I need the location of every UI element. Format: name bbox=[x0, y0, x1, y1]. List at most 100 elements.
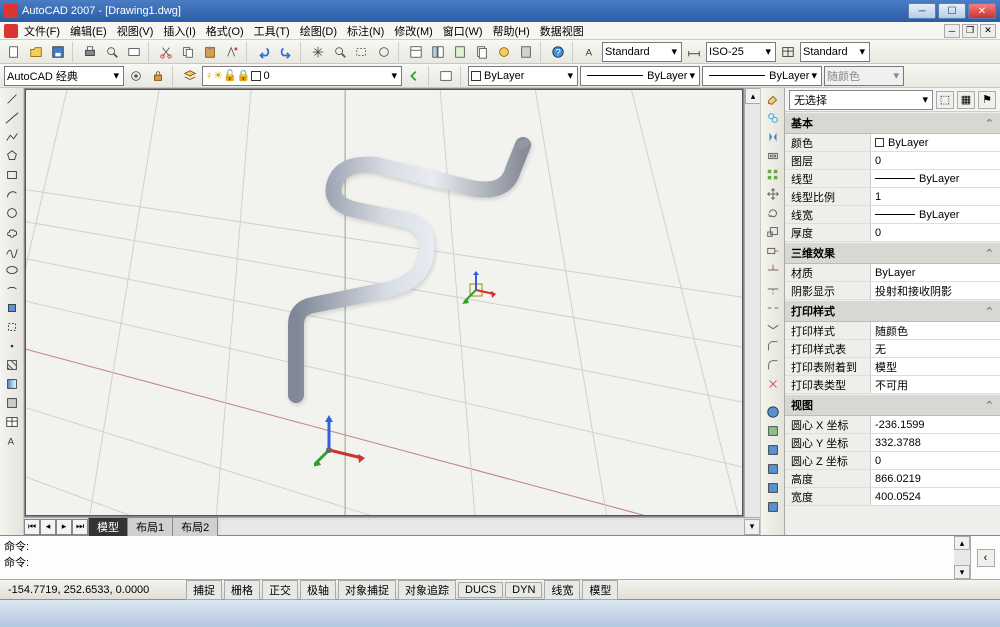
text-style-combo[interactable]: Standard▾ bbox=[602, 42, 682, 62]
fillet-icon[interactable] bbox=[763, 356, 783, 374]
calc-icon[interactable] bbox=[516, 42, 536, 62]
arc-icon[interactable] bbox=[2, 185, 22, 203]
region-icon[interactable] bbox=[2, 394, 22, 412]
sheetset-icon[interactable] bbox=[472, 42, 492, 62]
offset-icon[interactable] bbox=[763, 147, 783, 165]
workspace-combo[interactable]: AutoCAD 经典▾ bbox=[4, 66, 124, 86]
lineweight-combo[interactable]: ByLayer▾ bbox=[702, 66, 822, 86]
revcloud-icon[interactable] bbox=[2, 223, 22, 241]
cmd-scroll-up-icon[interactable]: ▴ bbox=[954, 536, 970, 550]
linetype-combo[interactable]: ByLayer▾ bbox=[580, 66, 700, 86]
prop-value[interactable]: ByLayer bbox=[871, 206, 1000, 223]
selection-combo[interactable]: 无选择▾ bbox=[789, 90, 933, 110]
prop-row[interactable]: 高度866.0219 bbox=[785, 470, 1000, 488]
copy-obj-icon[interactable] bbox=[763, 109, 783, 127]
prop-section[interactable]: 打印样式⌃ bbox=[785, 300, 1000, 322]
redo-icon[interactable] bbox=[276, 42, 296, 62]
layer-prev-icon[interactable] bbox=[404, 66, 424, 86]
menu-view[interactable]: 视图(V) bbox=[113, 22, 158, 40]
mdi-close[interactable]: ✕ bbox=[980, 24, 996, 38]
status-lwt[interactable]: 线宽 bbox=[544, 580, 580, 600]
menu-format[interactable]: 格式(O) bbox=[202, 22, 248, 40]
move-gizmo[interactable] bbox=[456, 270, 496, 310]
xline-icon[interactable] bbox=[2, 109, 22, 127]
prop-value[interactable]: 投射和接收阴影 bbox=[871, 282, 1000, 299]
rectangle-icon[interactable] bbox=[2, 166, 22, 184]
publish-icon[interactable] bbox=[124, 42, 144, 62]
prop-value[interactable]: ByLayer bbox=[871, 264, 1000, 281]
tab-layout2[interactable]: 布局2 bbox=[172, 517, 218, 536]
prop-row[interactable]: 线宽ByLayer bbox=[785, 206, 1000, 224]
horizontal-scrollbar[interactable] bbox=[221, 520, 744, 534]
extend-icon[interactable] bbox=[763, 280, 783, 298]
status-otrack[interactable]: 对象追踪 bbox=[398, 580, 456, 600]
ucs-origin-icon[interactable] bbox=[763, 498, 783, 516]
prop-row[interactable]: 厚度0 bbox=[785, 224, 1000, 242]
prop-row[interactable]: 材质ByLayer bbox=[785, 264, 1000, 282]
table-icon[interactable] bbox=[2, 413, 22, 431]
status-osnap[interactable]: 对象捕捉 bbox=[338, 580, 396, 600]
mdi-minimize[interactable]: ─ bbox=[944, 24, 960, 38]
chamfer-icon[interactable] bbox=[763, 337, 783, 355]
dim-style-icon[interactable] bbox=[684, 42, 704, 62]
new-icon[interactable] bbox=[4, 42, 24, 62]
help-icon[interactable]: ? bbox=[548, 42, 568, 62]
ucs-view-icon[interactable] bbox=[763, 479, 783, 497]
dim-style-combo[interactable]: ISO-25▾ bbox=[706, 42, 776, 62]
zoom-prev-icon[interactable] bbox=[374, 42, 394, 62]
minimize-button[interactable]: ─ bbox=[908, 3, 936, 19]
status-ducs[interactable]: DUCS bbox=[458, 582, 503, 598]
tab-next-icon[interactable]: ▸ bbox=[56, 519, 72, 535]
rotate-icon[interactable] bbox=[763, 204, 783, 222]
status-ortho[interactable]: 正交 bbox=[262, 580, 298, 600]
gradient-icon[interactable] bbox=[2, 375, 22, 393]
mirror-icon[interactable] bbox=[763, 128, 783, 146]
table-style-icon[interactable] bbox=[778, 42, 798, 62]
layer-manager-icon[interactable] bbox=[180, 66, 200, 86]
ucs-obj-icon[interactable] bbox=[763, 460, 783, 478]
cmd-scroll-down-icon[interactable]: ▾ bbox=[954, 565, 970, 579]
menu-dimension[interactable]: 标注(N) bbox=[343, 22, 388, 40]
workspace-settings-icon[interactable] bbox=[126, 66, 146, 86]
prop-value[interactable]: 0 bbox=[871, 152, 1000, 169]
match-icon[interactable] bbox=[222, 42, 242, 62]
prop-row[interactable]: 线型比例1 bbox=[785, 188, 1000, 206]
prop-row[interactable]: 打印样式表无 bbox=[785, 340, 1000, 358]
prop-value[interactable]: 无 bbox=[871, 340, 1000, 357]
open-icon[interactable] bbox=[26, 42, 46, 62]
drawing-canvas[interactable] bbox=[25, 89, 743, 516]
prop-value[interactable]: 0 bbox=[871, 452, 1000, 469]
line-icon[interactable] bbox=[2, 90, 22, 108]
menu-tools[interactable]: 工具(T) bbox=[250, 22, 294, 40]
color-combo[interactable]: ByLayer▾ bbox=[468, 66, 578, 86]
menu-insert[interactable]: 插入(I) bbox=[159, 22, 199, 40]
properties-icon[interactable] bbox=[406, 42, 426, 62]
tab-last-icon[interactable]: ⏭ bbox=[72, 519, 88, 535]
ucs-face-icon[interactable] bbox=[763, 441, 783, 459]
scroll-down-icon[interactable]: ▾ bbox=[744, 519, 760, 535]
status-snap[interactable]: 捕捉 bbox=[186, 580, 222, 600]
ucs-prev-icon[interactable] bbox=[763, 422, 783, 440]
prop-row[interactable]: 颜色ByLayer bbox=[785, 134, 1000, 152]
preview-icon[interactable] bbox=[102, 42, 122, 62]
layer-combo[interactable]: ♀☀🔓🔒 0▾ bbox=[202, 66, 402, 86]
vertical-scrollbar[interactable]: ▴ bbox=[744, 88, 760, 517]
plotstyle-combo[interactable]: 随颜色▾ bbox=[824, 66, 904, 86]
table-style-combo[interactable]: Standard▾ bbox=[800, 42, 870, 62]
select-objects-icon[interactable]: ▦ bbox=[957, 91, 975, 109]
designcenter-icon[interactable] bbox=[428, 42, 448, 62]
cut-icon[interactable] bbox=[156, 42, 176, 62]
prop-value[interactable]: ByLayer bbox=[871, 170, 1000, 187]
pline-icon[interactable] bbox=[2, 128, 22, 146]
prop-section[interactable]: 基本⌃ bbox=[785, 112, 1000, 134]
ellipse-arc-icon[interactable] bbox=[2, 280, 22, 298]
tab-layout1[interactable]: 布局1 bbox=[127, 517, 173, 536]
prop-row[interactable]: 圆心 Y 坐标332.3788 bbox=[785, 434, 1000, 452]
erase-icon[interactable] bbox=[763, 90, 783, 108]
text-style-icon[interactable]: A bbox=[580, 42, 600, 62]
workspace-lock-icon[interactable] bbox=[148, 66, 168, 86]
explode-icon[interactable] bbox=[763, 375, 783, 393]
circle-icon[interactable] bbox=[2, 204, 22, 222]
prop-value[interactable]: 模型 bbox=[871, 358, 1000, 375]
menu-edit[interactable]: 编辑(E) bbox=[66, 22, 111, 40]
